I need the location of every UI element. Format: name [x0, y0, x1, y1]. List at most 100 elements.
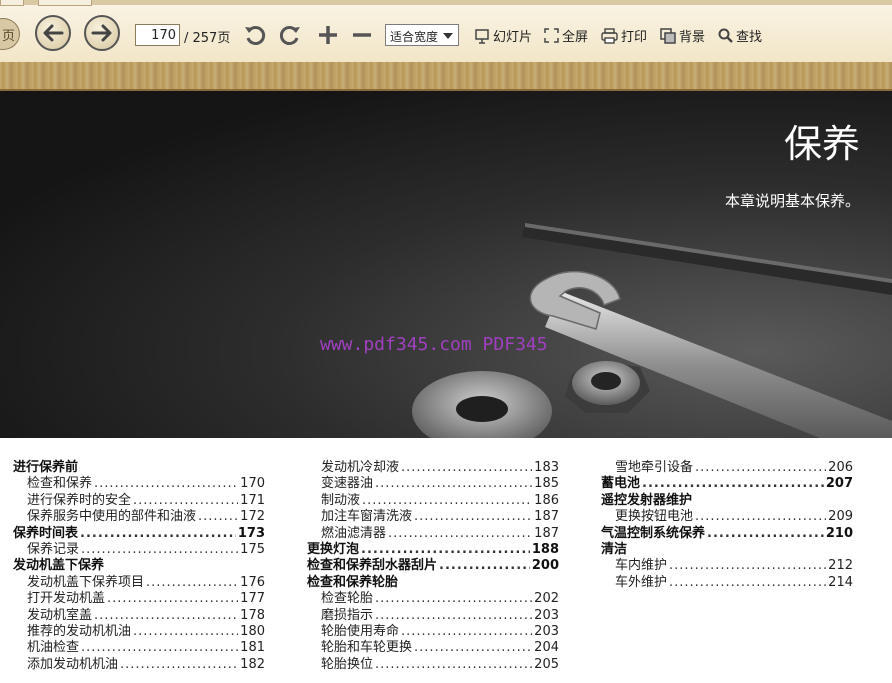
fullscreen-label: 全屏 — [562, 30, 589, 45]
toc-page-number: 176 — [240, 574, 265, 590]
toc-entry[interactable]: 加注车窗清洗液 187 — [307, 509, 559, 525]
toc-entry[interactable]: 轮胎和车轮更换 204 — [307, 640, 559, 656]
toc-section-heading[interactable]: 检查和保养刮水器刮片 200 — [307, 558, 559, 574]
toc-section-heading[interactable]: 保养时间表 173 — [13, 526, 265, 542]
toc-leader-dots — [707, 526, 824, 542]
toc-entry[interactable]: 磨损指示 203 — [307, 608, 559, 624]
toc-entry[interactable]: 机油检查 181 — [13, 640, 265, 656]
toolbar: 页 / 257页 适合宽度 — [0, 0, 892, 63]
toc-page-number: 177 — [240, 591, 265, 607]
toc-entry-title: 进行保养前 — [13, 460, 79, 475]
back-button[interactable] — [35, 15, 71, 51]
rotate-right-icon — [279, 26, 300, 45]
arrow-left-icon — [43, 24, 64, 42]
toc-section-heading[interactable]: 蓄电池 207 — [601, 476, 853, 492]
toc-entry-title: 更换灯泡 — [307, 541, 360, 557]
toc-entry[interactable]: 变速器油 185 — [307, 476, 559, 492]
toc-entry[interactable]: 保养记录 175 — [13, 542, 265, 558]
toc-entry-title: 推荐的发动机机油 — [27, 623, 132, 639]
toc-page-number: 202 — [534, 591, 559, 607]
print-button[interactable]: 打印 — [601, 26, 647, 45]
toc-page-number: 187 — [534, 509, 559, 525]
toc-section-heading[interactable]: 气温控制系统保养 210 — [601, 526, 853, 542]
toc-entry[interactable]: 轮胎换位 205 — [307, 657, 559, 673]
toc-section-heading[interactable]: 进行保养前 — [13, 460, 265, 476]
toc-leader-dots — [81, 640, 238, 656]
toc-entry[interactable]: 添加发动机机油 182 — [13, 657, 265, 673]
toc-entry[interactable]: 雪地牵引设备 206 — [601, 460, 853, 476]
rotate-right-button[interactable] — [275, 20, 305, 50]
toc-section-heading[interactable]: 遥控发射器维护 — [601, 493, 853, 509]
zoom-in-button[interactable] — [313, 20, 343, 50]
toc-entry[interactable]: 推荐的发动机机油 180 — [13, 624, 265, 640]
search-icon — [718, 28, 733, 43]
chapter-title: 保养 — [783, 122, 860, 166]
search-button[interactable]: 查找 — [718, 26, 762, 45]
toc-entry[interactable]: 轮胎使用寿命 203 — [307, 624, 559, 640]
toc-entry[interactable]: 发动机室盖 178 — [13, 608, 265, 624]
toc-page-number: 203 — [534, 623, 559, 639]
toc-entry-title: 燃油滤清器 — [321, 525, 387, 541]
slideshow-button[interactable]: 幻灯片 — [474, 26, 532, 45]
toc-entry[interactable]: 打开发动机盖 177 — [13, 591, 265, 607]
toc-entry[interactable]: 车外维护 214 — [601, 575, 853, 591]
toc-leader-dots — [695, 509, 826, 525]
toc-section-heading[interactable]: 更换灯泡 188 — [307, 542, 559, 558]
zoom-out-button[interactable] — [347, 20, 377, 50]
tab-fragment[interactable] — [0, 0, 24, 6]
printer-icon — [601, 27, 618, 44]
zoom-select[interactable]: 适合宽度 — [385, 24, 459, 46]
toc-page-number: 203 — [534, 607, 559, 623]
toc-entry[interactable]: 制动液 186 — [307, 493, 559, 509]
toc-entry[interactable]: 发动机盖下保养项目 176 — [13, 575, 265, 591]
toc-leader-dots — [361, 542, 530, 558]
toc-leader-dots — [146, 575, 238, 591]
toc-column-1: 进行保养前检查和保养 170 进行保养时的安全 171 保养服务中使用的部件和油液 172… — [13, 460, 265, 673]
toc-page-number: 170 — [240, 476, 265, 492]
toc-page-number: 204 — [534, 640, 559, 656]
toc-entry-title: 发动机盖下保养项目 — [27, 574, 145, 590]
background-button[interactable]: 背景 — [660, 26, 705, 45]
toc-page-number: 175 — [240, 541, 265, 557]
toc-entry-title: 检查和保养刮水器刮片 — [307, 558, 438, 574]
toc-leader-dots — [80, 526, 236, 542]
toc-section-heading[interactable]: 检查和保养轮胎 — [307, 575, 559, 591]
toc-page-number: 186 — [534, 492, 559, 508]
toc-page-number: 210 — [825, 525, 853, 541]
toc-page-number: 206 — [828, 460, 853, 475]
toc-leader-dots — [375, 657, 532, 673]
toc-entry[interactable]: 发动机冷却液 183 — [307, 460, 559, 476]
toc-leader-dots — [94, 476, 238, 492]
toc-entry-title: 遥控发射器维护 — [601, 492, 693, 508]
chevron-down-icon — [443, 33, 453, 39]
toc-section-heading[interactable]: 发动机盖下保养 — [13, 558, 265, 574]
toc-entry-title: 清洁 — [601, 541, 628, 557]
toc-entry-title: 发动机冷却液 — [321, 460, 400, 475]
tools-illustration — [412, 223, 892, 438]
prev-page-button[interactable]: 页 — [0, 18, 20, 50]
toc-entry-title: 蓄电池 — [601, 476, 641, 492]
toc-entry-title: 轮胎使用寿命 — [321, 623, 400, 639]
toc-entry[interactable]: 检查和保养 170 — [13, 476, 265, 492]
page-number-input[interactable] — [135, 24, 180, 46]
toc-entry[interactable]: 燃油滤清器 187 — [307, 526, 559, 542]
toc-entry-title: 车内维护 — [615, 558, 668, 574]
toc-leader-dots — [439, 558, 530, 574]
toc-page-number: 205 — [534, 656, 559, 672]
toc-entry[interactable]: 保养服务中使用的部件和油液 172 — [13, 509, 265, 525]
tab-fragment[interactable] — [38, 0, 92, 6]
fullscreen-button[interactable]: 全屏 — [544, 26, 588, 45]
background-icon — [660, 27, 676, 44]
forward-button[interactable] — [84, 15, 120, 51]
toc-leader-dots — [642, 476, 824, 492]
toc-section-heading[interactable]: 清洁 — [601, 542, 853, 558]
toc-entry-title: 发动机室盖 — [27, 607, 93, 623]
toc-entry[interactable]: 更换按钮电池 209 — [601, 509, 853, 525]
rotate-left-button[interactable] — [240, 20, 270, 50]
toc-page-number: 171 — [240, 492, 265, 508]
toc-entry[interactable]: 检查轮胎 202 — [307, 591, 559, 607]
slideshow-icon — [475, 28, 489, 44]
toc-entry[interactable]: 进行保养时的安全 171 — [13, 493, 265, 509]
toc-entry[interactable]: 车内维护 212 — [601, 558, 853, 574]
toc-page-number: 173 — [237, 525, 265, 541]
